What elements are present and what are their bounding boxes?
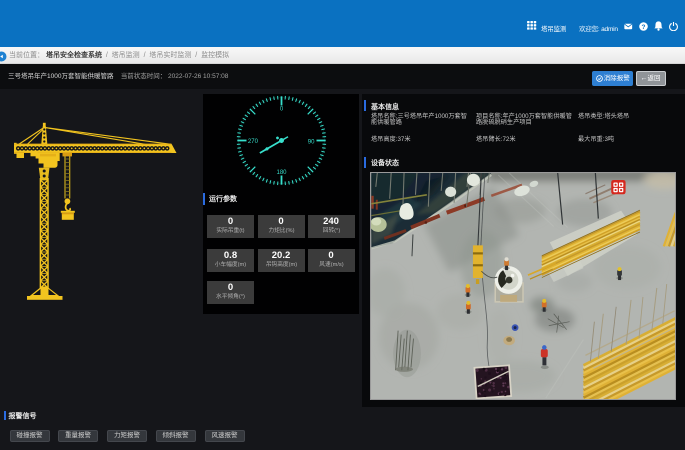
svg-text:270: 270 (247, 139, 258, 145)
svg-text:?: ? (642, 23, 646, 30)
svg-text:0: 0 (279, 107, 283, 113)
svg-text:180: 180 (276, 170, 287, 176)
svg-text:90: 90 (307, 140, 314, 146)
